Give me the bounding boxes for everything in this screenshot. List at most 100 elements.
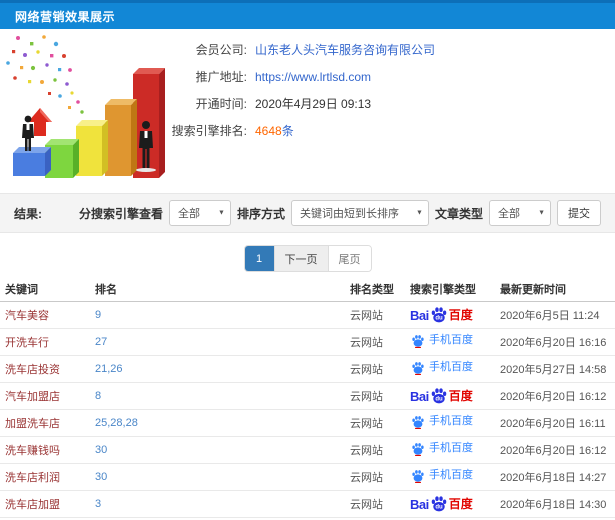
baidu-paw-icon xyxy=(412,442,424,456)
rank-count-label: 搜索引擎排名: xyxy=(171,124,247,138)
mobile-baidu-logo: 手机百度 xyxy=(410,415,473,429)
sort-label: 排序方式 xyxy=(236,206,285,221)
baidu-logo-cn: 百度 xyxy=(448,497,473,511)
svg-text:du: du xyxy=(435,397,443,403)
bar-yellow xyxy=(76,120,108,176)
baidu-paw-icon xyxy=(412,415,424,429)
rank-type-cell: 云网站 xyxy=(345,382,405,410)
engine-cell: 手机百度 xyxy=(405,463,495,491)
submit-button[interactable]: 提交 xyxy=(557,200,601,226)
keyword-cell: 汽车美容 xyxy=(0,301,90,329)
table-row: 洗车赚钱吗 30 云网站 手机百度 2020年6月20日 16:12 xyxy=(0,436,615,464)
mobile-baidu-label: 手机百度 xyxy=(429,334,473,346)
baidu-logo-cn: 百度 xyxy=(448,308,473,322)
member-info-panel: 会员公司: 山东老人头汽车服务咨询有限公司 推广地址: https://www.… xyxy=(145,36,475,144)
table-row: 加盟洗车店 25,28,28 云网站 手机百度 2020年6月20日 16:11 xyxy=(0,409,615,437)
keyword-cell: 汽车加盟店 xyxy=(0,382,90,410)
header-updated: 最新更新时间 xyxy=(495,279,615,302)
pagination: 1 下一页 尾页 xyxy=(243,245,372,272)
baidu-logo-bai: Bai xyxy=(410,388,429,404)
baidu-logo: Bai du 百度 xyxy=(410,495,473,513)
mobile-baidu-label: 手机百度 xyxy=(429,469,473,481)
baidu-logo-cn: 百度 xyxy=(448,389,473,403)
app-header: 网络营销效果展示 xyxy=(0,0,615,29)
rank-cell[interactable]: 25,28,28 xyxy=(90,409,345,437)
header-keyword: 关键词 xyxy=(0,279,90,302)
mobile-baidu-logo: 手机百度 xyxy=(410,361,473,375)
next-page-button[interactable]: 下一页 xyxy=(274,246,329,271)
updated-cell: 2020年6月20日 16:12 xyxy=(495,436,615,464)
article-type-select[interactable]: 全部 ▼ xyxy=(489,200,551,226)
rank-type-cell: 云网站 xyxy=(345,490,405,518)
table-row: 洗车店加盟 3 云网站 Bai du 百度 2020年6月18日 14:30 xyxy=(0,490,615,518)
page-button-current[interactable]: 1 xyxy=(244,246,275,271)
engine-filter-value: 全部 xyxy=(177,208,200,220)
baidu-paw-icon: du xyxy=(431,307,447,323)
company-name-link[interactable]: 山东老人头汽车服务咨询有限公司 xyxy=(255,41,435,58)
baidu-logo-bai: Bai xyxy=(410,307,429,323)
keyword-cell: 洗车店加盟 xyxy=(0,490,90,518)
baidu-logo-bai: Bai xyxy=(410,496,429,512)
table-row: 洗车店投资 21,26 云网站 手机百度 2020年5月27日 14:58 xyxy=(0,355,615,383)
engine-filter-label: 分搜索引擎查看 xyxy=(78,206,163,221)
mobile-baidu-logo: 手机百度 xyxy=(410,469,473,483)
header-rank: 排名 xyxy=(90,279,345,302)
engine-cell: 手机百度 xyxy=(405,436,495,464)
engine-cell: Bai du 百度 xyxy=(405,490,495,518)
article-type-value: 全部 xyxy=(498,208,520,220)
baidu-paw-icon xyxy=(412,361,424,375)
company-label: 会员公司: xyxy=(195,43,247,57)
table-row: 汽车加盟店 8 云网站 Bai du 百度 2020年6月20日 16:12 xyxy=(0,382,615,410)
keyword-ranking-table: 关键词 排名 排名类型 搜索引擎类型 最新更新时间 汽车美容 9 云网站 Bai du… xyxy=(0,279,615,518)
keyword-cell: 洗车赚钱吗 xyxy=(0,436,90,464)
rank-cell[interactable]: 9 xyxy=(90,301,345,329)
bar-blue xyxy=(13,147,51,176)
updated-cell: 2020年6月18日 14:30 xyxy=(495,490,615,518)
keyword-cell: 洗车店利润 xyxy=(0,463,90,491)
mobile-baidu-label: 手机百度 xyxy=(429,442,473,454)
filter-bar: 结果: 分搜索引擎查看 全部 ▼ 排序方式 关键词由短到长排序 ▼ 文章类型 全… xyxy=(0,193,615,233)
baidu-paw-icon xyxy=(412,334,424,348)
table-row: 开洗车行 27 云网站 手机百度 2020年6月20日 16:16 xyxy=(0,328,615,356)
updated-cell: 2020年6月5日 11:24 xyxy=(495,301,615,329)
header-engine-type: 搜索引擎类型 xyxy=(405,279,495,302)
engine-cell: 手机百度 xyxy=(405,328,495,356)
rank-count-number: 4648 xyxy=(255,124,282,138)
info-row-url: 推广地址: https://www.lrtlsd.com xyxy=(145,63,475,90)
rank-cell[interactable]: 30 xyxy=(90,436,345,464)
engine-cell: 手机百度 xyxy=(405,355,495,383)
chevron-down-icon: ▼ xyxy=(218,209,225,217)
rank-cell[interactable]: 3 xyxy=(90,490,345,518)
filter-controls: 分搜索引擎查看 全部 ▼ 排序方式 关键词由短到长排序 ▼ 文章类型 全部 ▼ … xyxy=(79,200,601,226)
confetti-dots xyxy=(6,35,84,114)
rank-cell[interactable]: 27 xyxy=(90,328,345,356)
updated-cell: 2020年6月20日 16:11 xyxy=(495,409,615,437)
open-time-value: 2020年4月29日 09:13 xyxy=(255,97,372,111)
rank-cell[interactable]: 30 xyxy=(90,463,345,491)
sort-value: 关键词由短到长排序 xyxy=(299,208,399,220)
rank-type-cell: 云网站 xyxy=(345,355,405,383)
info-row-rank-count: 搜索引擎排名: 4648条 xyxy=(145,117,475,144)
rank-cell[interactable]: 8 xyxy=(90,382,345,410)
svg-text:du: du xyxy=(435,505,443,511)
keyword-cell: 洗车店投资 xyxy=(0,355,90,383)
sort-select[interactable]: 关键词由短到长排序 ▼ xyxy=(290,200,429,226)
updated-cell: 2020年6月20日 16:12 xyxy=(495,382,615,410)
baidu-paw-icon: du xyxy=(431,496,447,512)
engine-filter-select[interactable]: 全部 ▼ xyxy=(168,200,231,226)
page-title: 网络营销效果展示 xyxy=(15,9,116,24)
updated-cell: 2020年5月27日 14:58 xyxy=(495,355,615,383)
engine-cell: Bai du 百度 xyxy=(405,382,495,410)
rank-type-cell: 云网站 xyxy=(345,328,405,356)
mobile-baidu-logo: 手机百度 xyxy=(410,334,473,348)
promo-url-link[interactable]: https://www.lrtlsd.com xyxy=(255,70,371,84)
rank-type-cell: 云网站 xyxy=(345,301,405,329)
engine-cell: Bai du 百度 xyxy=(405,301,495,329)
last-page-button[interactable]: 尾页 xyxy=(328,246,371,271)
rank-type-cell: 云网站 xyxy=(345,409,405,437)
keyword-cell: 开洗车行 xyxy=(0,328,90,356)
rank-cell[interactable]: 21,26 xyxy=(90,355,345,383)
engine-cell: 手机百度 xyxy=(405,409,495,437)
article-type-label: 文章类型 xyxy=(434,206,483,221)
rank-count-suffix: 条 xyxy=(281,124,294,138)
